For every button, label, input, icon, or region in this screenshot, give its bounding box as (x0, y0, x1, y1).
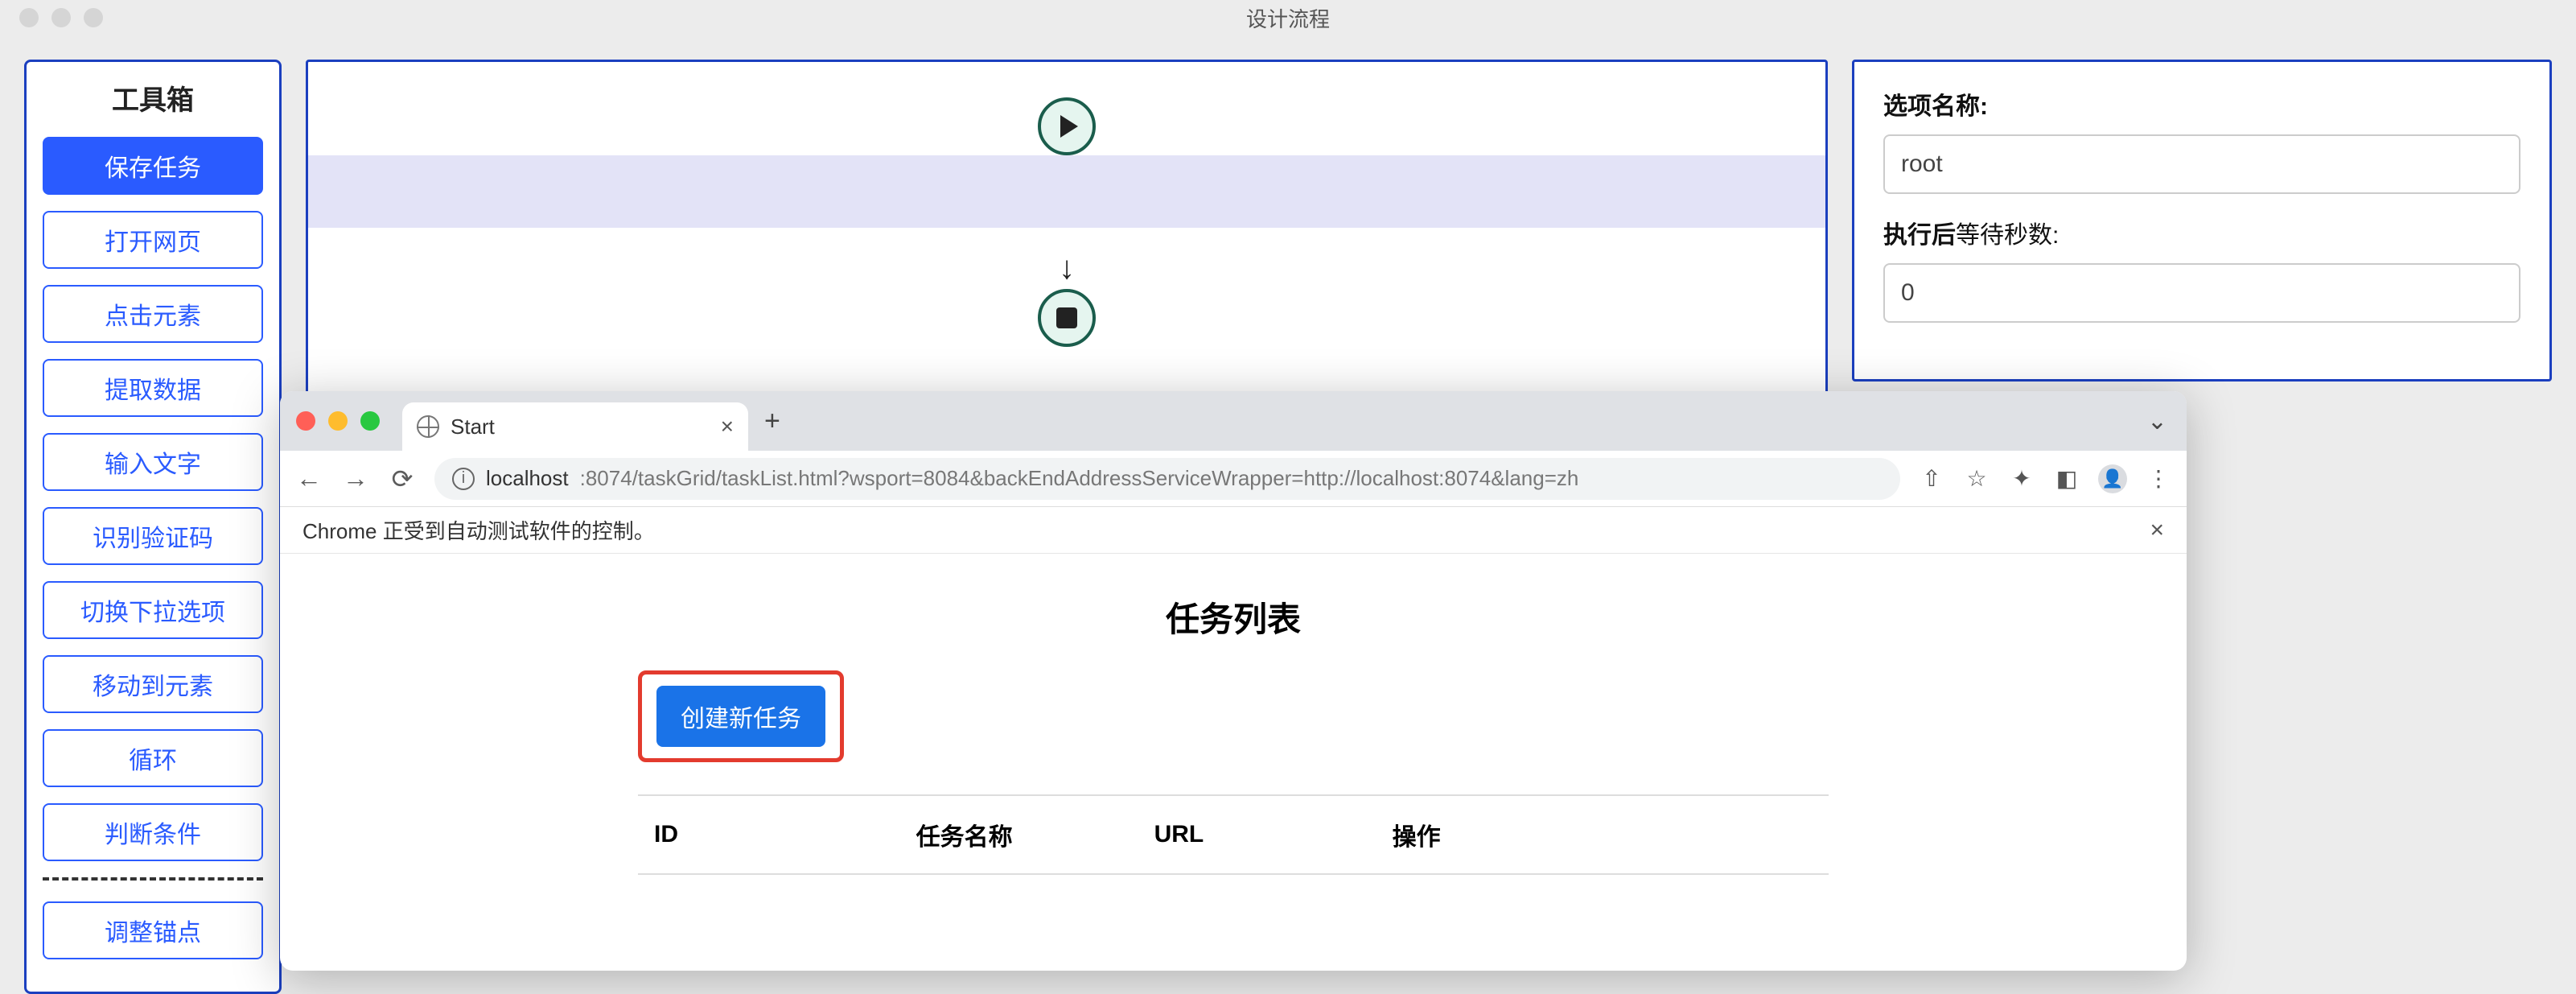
extensions-puzzle-icon[interactable]: ✦ (2008, 465, 2035, 492)
browser-zoom-button[interactable] (360, 411, 380, 431)
sidepanel-icon[interactable]: ◧ (2053, 465, 2080, 492)
kebab-menu-icon[interactable]: ⋮ (2145, 465, 2172, 492)
mac-traffic-lights (19, 8, 103, 27)
create-task-highlight: 创建新任务 (638, 670, 844, 762)
tool-open-page[interactable]: 打开网页 (43, 211, 263, 269)
traffic-light-minimize[interactable] (51, 8, 71, 27)
forward-button[interactable]: → (341, 464, 370, 493)
app-titlebar: 设计流程 (0, 0, 2576, 35)
traffic-light-close[interactable] (19, 8, 39, 27)
tab-close-icon[interactable]: × (721, 414, 734, 439)
col-task-name: 任务名称 (900, 795, 1138, 874)
col-url: URL (1138, 795, 1376, 874)
option-name-label: 选项名称: (1883, 86, 2520, 122)
wait-label-bold: 执行后 (1883, 222, 1956, 249)
url-rest: :8074/taskGrid/taskList.html?wsport=8084… (580, 466, 1579, 491)
app-title: 设计流程 (0, 3, 2576, 33)
arrow-down-icon: ↓ (1059, 250, 1075, 287)
infobar-close-icon[interactable]: × (2150, 517, 2164, 544)
browser-window: Start × + ⌄ ← → ⟳ i localhost :8074/taskG… (280, 391, 2187, 971)
tool-adjust-anchor[interactable]: 调整锚点 (43, 901, 263, 959)
tool-move-to-element[interactable]: 移动到元素 (43, 655, 263, 713)
browser-minimize-button[interactable] (328, 411, 348, 431)
browser-toolbar: ← → ⟳ i localhost :8074/taskGrid/taskList… (280, 451, 2187, 507)
wait-seconds-label: 执行后等待秒数: (1883, 215, 2520, 250)
table-header-row: ID 任务名称 URL 操作 (638, 795, 1829, 874)
task-table: ID 任务名称 URL 操作 (638, 794, 1829, 875)
back-button[interactable]: ← (294, 464, 323, 493)
profile-avatar[interactable]: 👤 (2098, 464, 2127, 493)
address-bar[interactable]: i localhost :8074/taskGrid/taskList.html?… (434, 458, 1900, 500)
automation-infobar: Chrome 正受到自动测试软件的控制。 × (280, 507, 2187, 554)
browser-traffic-lights (296, 411, 380, 431)
toolbox-title: 工具箱 (43, 78, 263, 118)
share-icon[interactable]: ⇧ (1918, 465, 1945, 492)
tool-switch-dropdown[interactable]: 切换下拉选项 (43, 581, 263, 639)
stop-icon (1056, 307, 1077, 328)
wait-label-rest: 等待秒数: (1956, 222, 2059, 249)
browser-close-button[interactable] (296, 411, 315, 431)
create-task-button[interactable]: 创建新任务 (656, 686, 825, 747)
tool-input-text[interactable]: 输入文字 (43, 433, 263, 491)
tool-recognize-captcha[interactable]: 识别验证码 (43, 507, 263, 565)
browser-tabstrip: Start × + ⌄ (280, 391, 2187, 451)
toolbox-separator (43, 877, 263, 881)
start-node[interactable] (1038, 97, 1096, 155)
save-task-button[interactable]: 保存任务 (43, 137, 263, 195)
new-tab-button[interactable]: + (764, 406, 780, 437)
play-icon (1060, 115, 1078, 138)
tool-extract-data[interactable]: 提取数据 (43, 359, 263, 417)
wait-seconds-input[interactable] (1883, 263, 2520, 323)
infobar-text: Chrome 正受到自动测试软件的控制。 (302, 515, 655, 545)
tab-title: Start (451, 415, 495, 439)
url-host: localhost (486, 466, 569, 491)
site-info-icon[interactable]: i (452, 468, 475, 490)
tool-loop[interactable]: 循环 (43, 729, 263, 787)
reload-button[interactable]: ⟳ (388, 464, 417, 494)
bookmark-star-icon[interactable]: ☆ (1963, 465, 1990, 492)
properties-panel: 选项名称: 执行后等待秒数: (1852, 60, 2552, 382)
tab-list-chevron-icon[interactable]: ⌄ (2147, 407, 2167, 435)
page-title: 任务列表 (638, 592, 1829, 641)
toolbox-panel: 工具箱 保存任务 打开网页 点击元素 提取数据 输入文字 识别验证码 切换下拉选… (24, 60, 282, 994)
col-actions: 操作 (1376, 795, 1829, 874)
tool-condition[interactable]: 判断条件 (43, 803, 263, 861)
tool-click-element[interactable]: 点击元素 (43, 285, 263, 343)
col-id: ID (638, 795, 900, 874)
option-name-input[interactable] (1883, 134, 2520, 194)
browser-tab[interactable]: Start × (402, 402, 748, 451)
traffic-light-zoom[interactable] (84, 8, 103, 27)
end-node[interactable] (1038, 289, 1096, 347)
page-content: 任务列表 创建新任务 ID 任务名称 URL 操作 (280, 554, 2187, 971)
flow-drop-row[interactable] (308, 155, 1825, 228)
globe-icon (417, 415, 439, 438)
